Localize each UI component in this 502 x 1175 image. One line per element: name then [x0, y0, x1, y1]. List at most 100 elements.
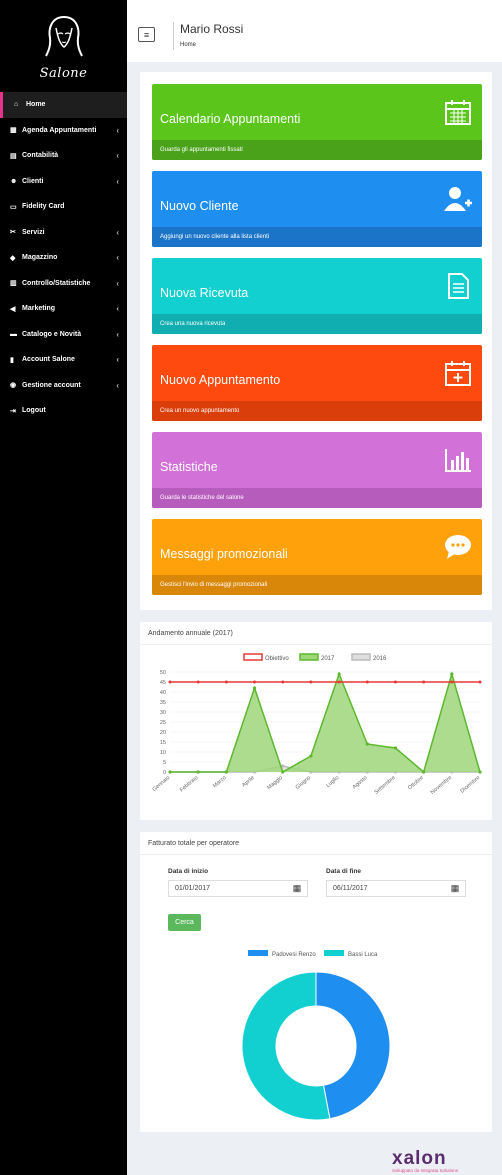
x-tick-label: Settembre: [373, 775, 396, 796]
data-point-obiettivo: [337, 680, 341, 684]
app: Salone ⌂ Home ▦ Agenda Appuntamenti ‹ ▤ Contab…: [0, 0, 502, 1175]
top-header: ≡ Mario Rossi Home: [127, 0, 502, 62]
data-point-2017: [309, 754, 313, 758]
footer-logo: xalon Sviluppato da Integrata Solutions: [392, 1148, 458, 1173]
data-point-2017: [224, 770, 228, 774]
menu-toggle-button[interactable]: ≡: [138, 27, 155, 42]
cubes-icon: ◆: [10, 254, 16, 262]
data-point-2017: [422, 770, 426, 774]
sidebar-item-label: Agenda Appuntamenti: [22, 126, 97, 134]
sidebar-item-label: Account Salone: [22, 356, 75, 364]
sidebar-item-magazzino[interactable]: ◆ Magazzino ‹: [0, 245, 127, 271]
tile-statistiche[interactable]: Statistiche Guarda le statistiche del sal…: [152, 432, 482, 508]
sidebar-item-label: Gestione account: [22, 381, 81, 389]
donut-slice-padovesi-renzo: [315, 971, 391, 1120]
legend-label-obiettivo: Obiettivo: [265, 656, 289, 662]
tile-messaggi-promozionali[interactable]: Messaggi promozionali Gestisci l'invio di…: [152, 519, 482, 595]
scissors-icon: ✂: [10, 229, 16, 237]
operator-revenue-panel: Fatturato totale per operatore Data di i…: [140, 832, 492, 1132]
y-tick-label: 5: [163, 760, 166, 766]
chat-icon: [445, 535, 471, 559]
tile-calendario-appuntamenti[interactable]: Calendario Appuntamenti Guarda gli appunt…: [152, 84, 482, 160]
legend-swatch-obiettivo: [243, 653, 263, 661]
annual-chart-panel: Andamento annuale (2017) Obiettivo 2017 20…: [140, 622, 492, 820]
data-point-obiettivo: [168, 680, 172, 684]
brand-logo[interactable]: Salone: [0, 0, 127, 92]
sidebar-item-label: Controllo/Statistiche: [22, 279, 91, 287]
data-point-2017: [450, 672, 454, 676]
end-date-input[interactable]: 06/11/2017: [326, 880, 466, 897]
data-point-obiettivo: [422, 680, 426, 684]
x-tick-label: Giugno: [295, 775, 312, 791]
data-point-obiettivo: [365, 680, 369, 684]
breadcrumb[interactable]: Home: [180, 42, 196, 48]
add-user-icon: [444, 187, 472, 211]
user-name: Mario Rossi: [180, 22, 244, 36]
annual-line-chart: Obiettivo 2017 2016 0 5 10 15 20 25 30 35 40 45 50 Gen…: [151, 653, 482, 796]
sidebar-item-marketing[interactable]: ◀ Marketing ‹: [0, 296, 127, 322]
data-point-2017: [393, 746, 398, 750]
y-tick-label: 40: [160, 690, 166, 696]
operator-donut-chart: Padovesi Renzo Bassi Luca: [241, 950, 391, 1121]
sidebar-item-clienti[interactable]: ☻ Clienti ‹: [0, 169, 127, 195]
tile-title: Messaggi promozionali: [160, 547, 288, 561]
x-tick-label: Luglio: [325, 775, 340, 789]
sidebar-item-home[interactable]: ⌂ Home: [0, 92, 127, 118]
tile-footer-link[interactable]: Aggiungi un nuovo cliente alla lista cli…: [152, 227, 482, 247]
data-point-obiettivo: [281, 680, 285, 684]
x-tick-label: Maggio: [266, 775, 284, 791]
start-date-input[interactable]: 01/01/2017: [168, 880, 308, 897]
x-tick-label: Novembre: [430, 775, 453, 796]
sidebar-item-account-salone[interactable]: ▮ Account Salone ‹: [0, 347, 127, 373]
tile-nuovo-appuntamento[interactable]: Nuovo Appuntamento Crea un nuovo appuntam…: [152, 345, 482, 421]
chart-icon: ▥: [10, 280, 17, 288]
sidebar-item-agenda-appuntamenti[interactable]: ▦ Agenda Appuntamenti ‹: [0, 118, 127, 144]
y-tick-label: 20: [160, 730, 166, 736]
end-date-label: Data di fine: [326, 868, 362, 875]
x-tick-label: Ottobre: [407, 775, 425, 791]
calendar-icon: ▦: [10, 127, 17, 135]
sidebar-item-gestione-account[interactable]: ◉ Gestione account ‹: [0, 373, 127, 399]
users-icon: ☻: [10, 177, 18, 185]
y-tick-label: 15: [160, 740, 166, 746]
tile-footer-link[interactable]: Guarda gli appuntamenti fissati: [152, 140, 482, 160]
bar-chart-icon: [445, 449, 471, 472]
tile-title: Nuova Ricevuta: [160, 286, 249, 300]
data-point-obiettivo: [224, 680, 228, 684]
sidebar-item-contabilit[interactable]: ▤ Contabilità ‹: [0, 143, 127, 169]
chevron-left-icon: ‹: [116, 253, 119, 263]
annual-chart-title: Andamento annuale (2017): [148, 630, 233, 637]
sidebar-item-catalogo-e-novit[interactable]: ▬ Catalogo e Novità ‹: [0, 322, 127, 348]
user-circle-icon: ◉: [10, 382, 17, 390]
y-tick-label: 0: [163, 770, 166, 776]
panel-divider: [140, 854, 492, 855]
xalon-logo: xalon: [392, 1148, 447, 1169]
data-point-obiettivo: [253, 680, 257, 684]
data-point-2017: [478, 770, 482, 774]
tile-nuovo-cliente[interactable]: Nuovo Cliente Aggiungi un nuovo cliente a…: [152, 171, 482, 247]
start-date-calendar-icon[interactable]: ▦: [288, 880, 306, 897]
calendar-icon: [445, 100, 471, 125]
sidebar-item-fidelity-card[interactable]: ▭ Fidelity Card: [0, 194, 127, 220]
tile-footer-link[interactable]: Guarda le statistiche del salone: [152, 488, 482, 508]
area-fill-2017: [170, 674, 480, 772]
legend-label: Bassi Luca: [348, 952, 378, 958]
tile-footer-link[interactable]: Gestisci l'invio di messaggi promozional…: [152, 575, 482, 595]
sidebar-item-controllo-statistiche[interactable]: ▥ Controllo/Statistiche ‹: [0, 271, 127, 297]
sidebar-item-servizi[interactable]: ✂ Servizi ‹: [0, 220, 127, 246]
search-button[interactable]: Cerca: [168, 914, 201, 931]
tile-nuova-ricevuta[interactable]: Nuova Ricevuta Crea una nuova ricevuta: [152, 258, 482, 334]
legend-label-2016: 2016: [373, 656, 387, 662]
legend-swatch-2017: [299, 653, 319, 661]
sidebar-item-label: Catalogo e Novità: [22, 330, 82, 338]
tile-footer-link[interactable]: Crea una nuova ricevuta: [152, 314, 482, 334]
tile-footer-link[interactable]: Crea un nuovo appuntamento: [152, 401, 482, 421]
sidebar-item-label: Home: [26, 101, 46, 109]
end-date-calendar-icon[interactable]: ▦: [446, 880, 464, 897]
sidebar-item-label: Magazzino: [22, 254, 58, 262]
chevron-left-icon: ‹: [116, 176, 119, 186]
data-point-obiettivo: [309, 680, 313, 684]
sidebar-item-logout[interactable]: ⇥ Logout: [0, 398, 127, 424]
data-point-obiettivo: [393, 680, 397, 684]
data-point-2017: [196, 770, 200, 774]
